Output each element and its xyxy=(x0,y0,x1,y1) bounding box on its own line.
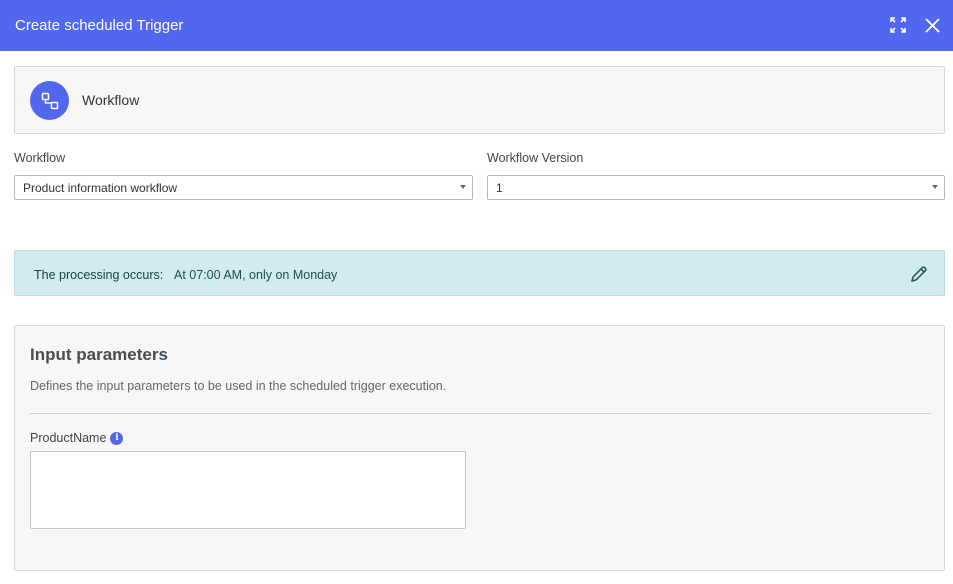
divider xyxy=(30,413,931,414)
workflow-card: Workflow xyxy=(14,66,945,134)
schedule-label: The processing occurs: xyxy=(34,268,164,282)
workflow-select[interactable]: Product information workflow xyxy=(14,175,473,200)
dialog-header: Create scheduled Trigger xyxy=(0,0,953,51)
workflow-select-value: Product information workflow xyxy=(23,180,178,195)
workflow-version-select[interactable]: 1 xyxy=(487,175,945,200)
workflow-version-value: 1 xyxy=(496,180,503,195)
product-name-input[interactable] xyxy=(30,451,466,529)
workflow-card-title: Workflow xyxy=(82,92,140,108)
pencil-icon[interactable] xyxy=(910,265,928,283)
close-icon[interactable] xyxy=(921,14,943,36)
schedule-info-bar: The processing occurs: At 07:00 AM, only… xyxy=(14,250,945,296)
info-icon[interactable]: i xyxy=(110,431,124,445)
chevron-down-icon xyxy=(460,185,466,189)
expand-icon[interactable] xyxy=(887,14,909,36)
param-label: ProductName i xyxy=(30,431,124,445)
schedule-value: At 07:00 AM, only on Monday xyxy=(174,268,338,282)
input-parameters-title: Input parameters xyxy=(30,345,168,364)
header-actions xyxy=(887,14,943,36)
workflow-label: Workflow xyxy=(14,151,66,165)
workflow-version-label: Workflow Version xyxy=(487,151,584,165)
input-parameters-card: Input parameters Defines the input param… xyxy=(14,325,945,571)
chevron-down-icon xyxy=(932,185,938,189)
param-label-text: ProductName xyxy=(30,431,107,445)
dialog-title: Create scheduled Trigger xyxy=(15,17,184,34)
workflow-icon xyxy=(30,81,69,120)
input-parameters-description: Defines the input parameters to be used … xyxy=(30,379,447,393)
